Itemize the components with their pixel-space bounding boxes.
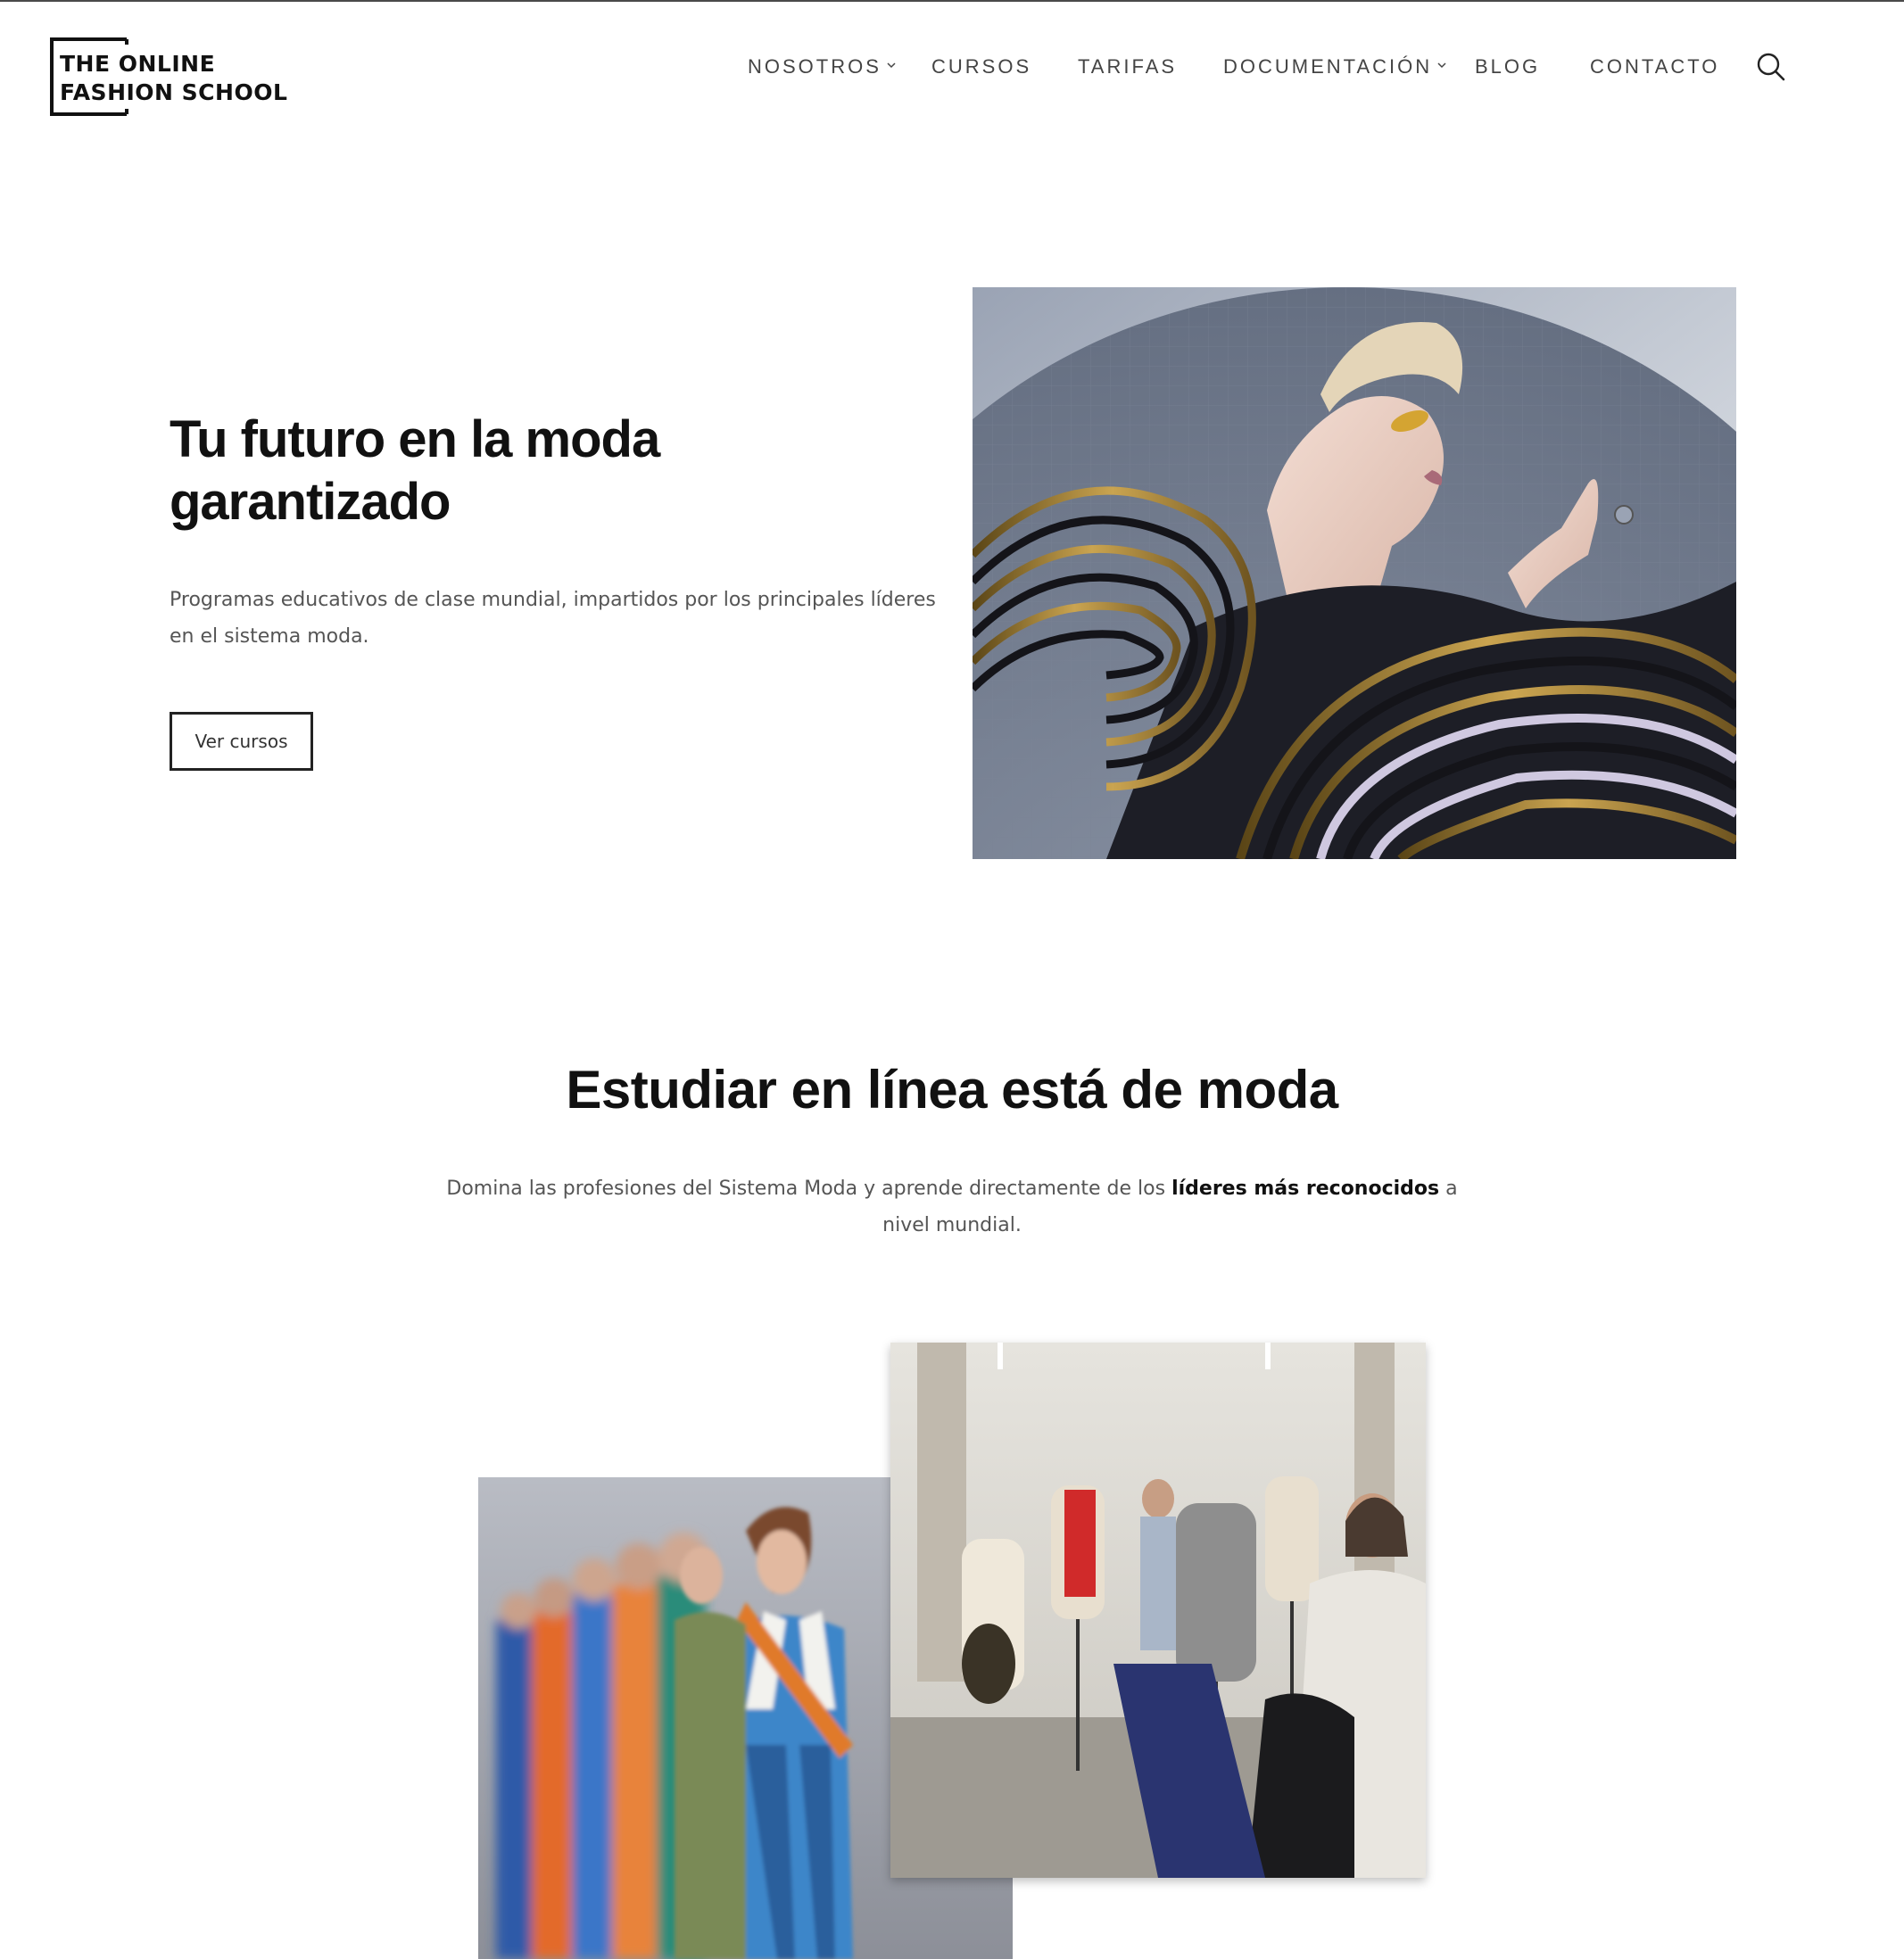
atelier-image — [890, 1343, 1426, 1878]
hero-title-line-1: Tu futuro en la moda — [170, 410, 660, 468]
nav-label: NOSOTROS — [748, 55, 882, 78]
section-subtitle-bold: líderes más reconocidos — [1171, 1178, 1440, 1200]
ver-cursos-button[interactable]: Ver cursos — [170, 712, 313, 771]
hero-title-line-2: garantizado — [170, 473, 451, 531]
site-logo[interactable]: THE ONLINE FASHION SCHOOL — [50, 37, 287, 118]
hero-image-art — [973, 287, 1736, 859]
nav-label: CONTACTO — [1590, 55, 1720, 78]
top-border-line — [0, 0, 1904, 2]
hero-title: Tu futuro en la moda garantizado — [170, 409, 937, 533]
nav-item-tarifas[interactable]: TARIFAS — [1078, 55, 1177, 79]
logo-text: THE ONLINE FASHION SCHOOL — [60, 50, 287, 107]
section-subtitle: Domina las profesiones del Sistema Moda … — [446, 1170, 1458, 1244]
nav-label: CURSOS — [931, 55, 1032, 78]
logo-line-2: FASHION SCHOOL — [60, 79, 288, 105]
nav-label: TARIFAS — [1078, 55, 1178, 78]
section-title: Estudiar en línea está de moda — [566, 1060, 1338, 1120]
logo-line-1: THE ONLINE — [60, 51, 216, 77]
section-subtitle-pre: Domina las profesiones del Sistema Moda … — [446, 1178, 1172, 1200]
atelier-image-art — [890, 1343, 1426, 1878]
chevron-down-icon — [1437, 62, 1446, 68]
hero-subtitle: Programas educativos de clase mundial, i… — [170, 589, 936, 648]
nav-label: DOCUMENTACIÓN — [1223, 55, 1433, 78]
nav-item-blog[interactable]: BLOG — [1475, 55, 1540, 79]
search-icon[interactable] — [1756, 52, 1786, 82]
nav-item-documentacion[interactable]: DOCUMENTACIÓN — [1223, 55, 1446, 79]
nav-item-cursos[interactable]: CURSOS — [931, 55, 1031, 79]
nav-item-contacto[interactable]: CONTACTO — [1590, 55, 1719, 79]
chevron-down-icon — [887, 62, 896, 68]
hero-image — [973, 287, 1736, 859]
nav-item-nosotros[interactable]: NOSOTROS — [748, 55, 896, 79]
nav-label: BLOG — [1475, 55, 1541, 78]
